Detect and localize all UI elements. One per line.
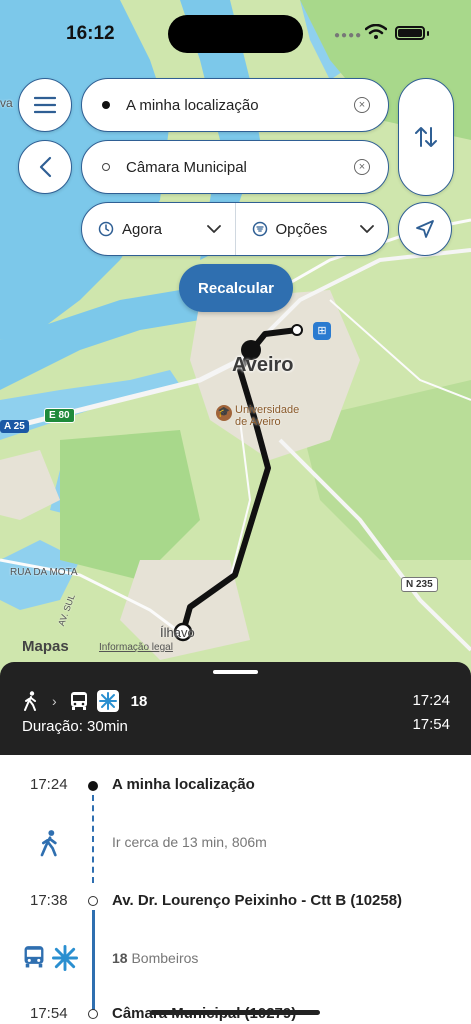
time-selector[interactable]: Agora xyxy=(82,203,235,255)
stop-time: 17:54 xyxy=(30,1005,68,1022)
recalculate-button[interactable]: Recalcular xyxy=(179,264,293,312)
trip-options-bar: Agora Opções xyxy=(81,202,389,256)
map-town-label: Ílhavo xyxy=(160,625,195,640)
road-badge-e80: E 80 xyxy=(44,408,75,423)
swap-locations-button[interactable] xyxy=(398,78,454,196)
wifi-icon xyxy=(365,24,387,39)
destination-input[interactable]: Câmara Municipal xyxy=(126,159,354,176)
clear-destination-button[interactable]: × xyxy=(354,159,370,175)
bus-segment-line xyxy=(92,910,95,1010)
maps-brand-label: Mapas xyxy=(22,638,69,655)
close-icon: × xyxy=(358,160,366,173)
university-icon: 🎓 xyxy=(216,405,232,421)
status-bar: 16:12 ●●●● xyxy=(0,0,471,64)
destination-dot-icon xyxy=(102,163,110,171)
stop-time: 17:38 xyxy=(30,892,68,909)
route-summary-panel[interactable]: › 18 Duração: 30min 17:24 17:54 xyxy=(0,662,471,755)
trip-duration: Duração: 30min xyxy=(22,718,128,735)
battery-icon xyxy=(395,26,425,40)
stop-node xyxy=(88,1009,98,1019)
clock-icon xyxy=(98,221,114,237)
operator-logo-icon xyxy=(96,690,119,712)
home-indicator[interactable] xyxy=(150,1010,320,1015)
stop-time: 17:24 xyxy=(30,776,68,793)
chevron-right-icon: › xyxy=(52,693,57,709)
close-icon: × xyxy=(358,98,366,111)
walk-instructions: Ir cerca de 13 min, 806m xyxy=(112,834,267,850)
battery-tip xyxy=(427,31,429,36)
stop-node xyxy=(88,896,98,906)
origin-dot-icon xyxy=(102,101,110,109)
time-selector-label: Agora xyxy=(122,220,163,238)
chevron-left-icon xyxy=(39,156,52,178)
origin-field[interactable]: A minha localização × xyxy=(81,78,389,132)
stop-node xyxy=(88,781,98,791)
map-poi-label: Universidade de Aveiro xyxy=(235,404,299,428)
options-selector[interactable]: Opções xyxy=(236,203,389,255)
route-number: 18 xyxy=(130,692,148,710)
bus-leg-info: 18 Bombeiros xyxy=(112,950,198,966)
map-street-label: RUA DA MOTA xyxy=(10,567,78,578)
map-edge-label: va xyxy=(0,96,13,110)
maps-brand: Mapas xyxy=(22,638,69,655)
swap-arrows-icon xyxy=(415,127,437,147)
dynamic-island xyxy=(168,15,303,53)
destination-field[interactable]: Câmara Municipal × xyxy=(81,140,389,194)
map-city-label: Aveiro xyxy=(232,354,294,376)
poi-line-2: de Aveiro xyxy=(235,416,281,428)
sheet-grabber[interactable] xyxy=(213,670,258,674)
bus-headsign: Bombeiros xyxy=(131,950,199,966)
walk-icon xyxy=(40,830,57,857)
filter-icon xyxy=(252,221,268,237)
legal-info-link[interactable]: Informação legal xyxy=(99,642,173,653)
stop-name[interactable]: Av. Dr. Lourenço Peixinho - Ctt B (10258… xyxy=(112,892,402,909)
road-badge-a25: A 25 xyxy=(0,420,29,433)
walk-icon xyxy=(24,691,36,711)
options-selector-label: Opções xyxy=(275,220,328,238)
locate-me-button[interactable] xyxy=(398,202,452,256)
back-button[interactable] xyxy=(18,140,72,194)
origin-input[interactable]: A minha localização xyxy=(126,97,354,114)
train-station-icon[interactable]: ⊞ xyxy=(313,322,331,340)
bus-route-number: 18 xyxy=(112,950,128,966)
clear-origin-button[interactable]: × xyxy=(354,97,370,113)
trip-timeline[interactable]: 17:24 A minha localização Ir cerca de 13… xyxy=(0,755,471,1024)
menu-button[interactable] xyxy=(18,78,72,132)
arrival-time: 17:54 xyxy=(412,716,450,733)
signal-icon: ●●●● xyxy=(334,30,363,41)
route-start-marker xyxy=(291,324,303,336)
operator-logo-icon xyxy=(52,945,78,971)
walk-segment-line xyxy=(92,795,94,883)
poi-line-1: Universidade xyxy=(235,404,300,416)
bus-icon xyxy=(70,692,87,710)
road-badge-n235: N 235 xyxy=(401,577,438,592)
route-legs: › 18 xyxy=(22,690,147,712)
chevron-down-icon xyxy=(360,224,374,233)
status-time: 16:12 xyxy=(66,23,115,44)
stop-name[interactable]: A minha localização xyxy=(112,776,255,793)
bus-icon xyxy=(24,946,44,968)
hamburger-icon xyxy=(34,96,56,114)
departure-time: 17:24 xyxy=(412,692,450,709)
location-arrow-icon xyxy=(416,220,434,238)
chevron-down-icon xyxy=(206,224,221,233)
